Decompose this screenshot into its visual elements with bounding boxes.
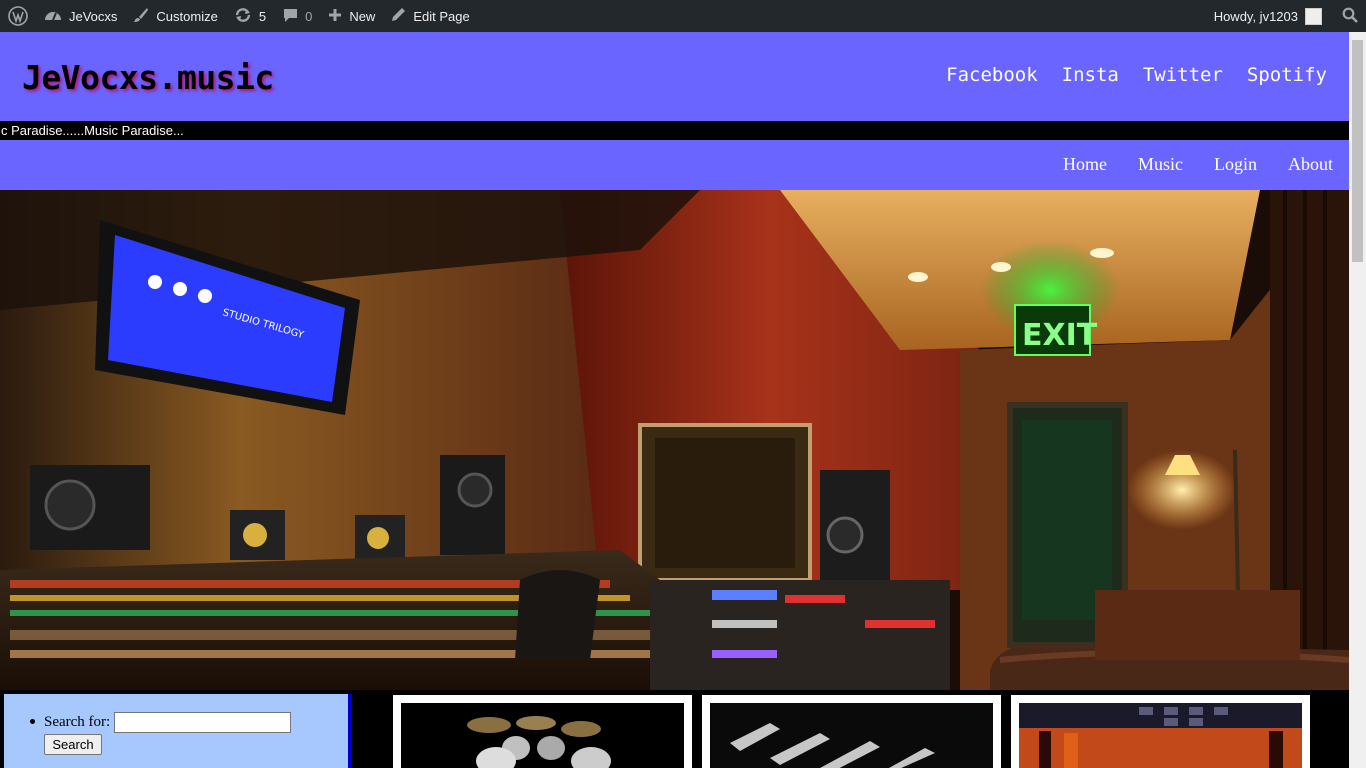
nav-link-music[interactable]: Music (1138, 154, 1183, 175)
updates-count: 5 (258, 8, 267, 24)
howdy-label: Howdy, jv1203 (1213, 8, 1298, 24)
content-area: Search for: Search (0, 690, 1349, 768)
social-link-twitter[interactable]: Twitter (1143, 64, 1223, 86)
pencil-icon (391, 7, 406, 25)
search-icon (1342, 7, 1358, 26)
card-drums[interactable] (393, 695, 692, 768)
site-name-menu[interactable]: JeVocxs (36, 0, 125, 32)
customize-link[interactable]: Customize (125, 0, 225, 32)
new-content-link[interactable]: New (320, 0, 383, 32)
search-widget: Search for: (29, 712, 292, 733)
edit-page-link[interactable]: Edit Page (383, 0, 477, 32)
social-link-spotify[interactable]: Spotify (1247, 64, 1327, 86)
updates-icon (234, 7, 252, 26)
sidebar-widget: Search for: Search (4, 694, 352, 768)
scrolling-marquee: c Paradise......Music Paradise... (0, 121, 1349, 140)
edit-page-label: Edit Page (413, 8, 470, 24)
admin-search[interactable] (1334, 0, 1366, 32)
site-name-label: JeVocxs (69, 8, 118, 24)
customize-label: Customize (156, 8, 218, 24)
site-header: JeVocxs.music Facebook Insta Twitter Spo… (0, 32, 1349, 121)
piano-keys-image (710, 703, 993, 768)
social-menu: Facebook Insta Twitter Spotify (946, 64, 1327, 86)
studio-photo: STUDIO TRILOGY EXIT (0, 190, 1349, 690)
comments-count: 0 (305, 8, 313, 24)
scrollbar-thumb[interactable] (1352, 40, 1363, 262)
marquee-text: c Paradise......Music Paradise... (1, 123, 184, 138)
my-account-menu[interactable]: Howdy, jv1203 (1206, 0, 1334, 32)
search-input[interactable] (114, 712, 292, 733)
nav-link-about[interactable]: About (1288, 154, 1333, 175)
page: JeVocxs.music Facebook Insta Twitter Spo… (0, 32, 1349, 768)
updates-link[interactable]: 5 (226, 0, 274, 32)
social-link-facebook[interactable]: Facebook (946, 64, 1038, 86)
search-button[interactable]: Search (44, 734, 102, 755)
social-link-insta[interactable]: Insta (1062, 64, 1119, 86)
card-piano[interactable] (702, 695, 1001, 768)
comment-icon (282, 7, 299, 26)
studio-room-image (1019, 703, 1302, 768)
card-studio-room[interactable] (1011, 695, 1310, 768)
wordpress-logo-icon[interactable] (0, 0, 36, 32)
wp-admin-bar: JeVocxs Customize 5 0 New Edit Page Howd… (0, 0, 1366, 32)
page-scrollbar[interactable] (1349, 32, 1366, 768)
hero-studio-image: STUDIO TRILOGY EXIT (0, 190, 1349, 690)
comments-link[interactable]: 0 (274, 0, 320, 32)
nav-link-login[interactable]: Login (1214, 154, 1257, 175)
new-label: New (349, 8, 376, 24)
nav-link-home[interactable]: Home (1063, 154, 1107, 175)
exit-sign: EXIT (1022, 318, 1098, 353)
drums-image (401, 703, 684, 768)
main-navigation: Home Music Login About (0, 140, 1349, 190)
search-label: Search for: (44, 714, 111, 730)
dashboard-icon (44, 7, 62, 26)
plus-icon (328, 8, 342, 25)
avatar (1305, 7, 1322, 25)
site-title[interactable]: JeVocxs.music (22, 58, 274, 97)
paintbrush-icon (133, 7, 149, 26)
